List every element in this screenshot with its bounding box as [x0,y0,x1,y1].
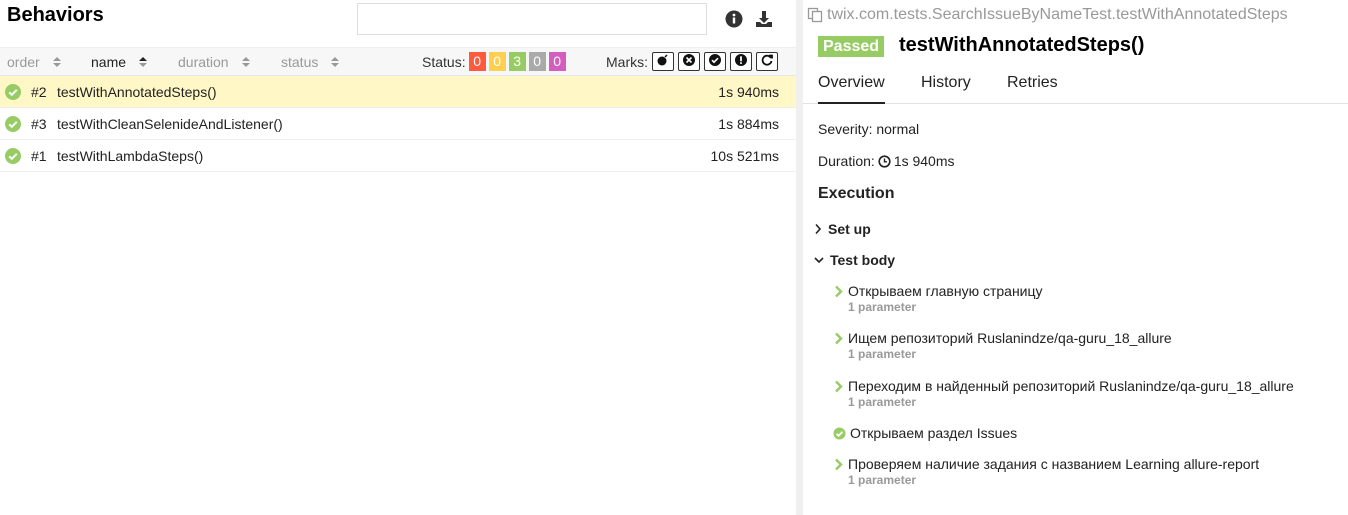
pane-splitter[interactable] [796,0,803,515]
check-circle-icon [833,427,846,439]
step-item[interactable]: Проверяем наличие задания с названием Le… [833,456,1259,487]
test-fullname[interactable]: twix.com.tests.SearchIssueByNameTest.tes… [807,6,1288,24]
test-fullname-text: twix.com.tests.SearchIssueByNameTest.tes… [827,6,1288,23]
stage-setup-label: Set up [828,221,871,237]
table-row[interactable]: #2 testWithAnnotatedSteps() 1s 940ms [0,76,796,108]
exclamation-circle-icon[interactable] [730,52,752,71]
step-item[interactable]: Переходим в найденный репозиторий Ruslan… [833,378,1294,409]
step-param: 1 parameter [848,347,917,361]
sort-icon [52,57,61,67]
stage-setup[interactable]: Set up [814,221,871,237]
row-order: #3 [31,116,47,132]
step-item[interactable]: Открываем раздел Issues [833,425,1017,441]
test-details-pane: twix.com.tests.SearchIssueByNameTest.tes… [803,0,1348,515]
clock-icon [878,154,891,168]
tab-retries[interactable]: Retries [1007,74,1058,92]
passed-check-icon [5,84,21,100]
row-order: #2 [31,84,47,100]
status-count-skipped[interactable]: 0 [528,52,546,71]
test-title: testWithAnnotatedSteps() [899,34,1145,56]
status-count-broken[interactable]: 0 [488,52,506,71]
duration-label: Duration: [818,153,875,169]
step-param: 1 parameter [848,473,917,487]
chevron-right-icon [835,458,843,470]
step-text: Ищем репозиторий Ruslanindze/qa-guru_18_… [848,330,1172,346]
tab-overview[interactable]: Overview [818,74,885,104]
step-text: Открываем раздел Issues [850,425,1018,441]
times-circle-icon[interactable] [678,52,700,71]
chevron-right-icon [835,380,843,392]
column-duration-label: duration [178,54,229,70]
behaviors-pane: Behaviors order name duration status Sta… [0,0,796,515]
duration-value: 1s 940ms [893,153,955,169]
execution-title: Execution [818,185,895,202]
sort-icon [331,57,340,67]
row-duration: 10s 521ms [710,148,779,164]
bomb-icon[interactable] [652,52,674,71]
refresh-icon[interactable] [756,52,778,71]
status-count-passed[interactable]: 3 [508,52,526,71]
column-name[interactable]: name [91,54,148,70]
passed-check-icon [5,148,21,164]
status-filter: Status: 0 0 3 0 0 [422,52,566,71]
step-item[interactable]: Ищем репозиторий Ruslanindze/qa-guru_18_… [833,330,1172,361]
table-header: order name duration status Status: 0 0 3… [0,47,796,76]
step-item[interactable]: Открываем главную страницу 1 parameter [833,283,1043,314]
column-status[interactable]: status [281,54,340,70]
marks-label: Marks: [606,53,648,70]
chevron-right-icon [835,285,843,297]
row-name: testWithCleanSelenideAndListener() [57,116,283,132]
row-duration: 1s 884ms [718,116,779,132]
step-text: Проверяем наличие задания с названием Le… [848,456,1260,472]
tab-history[interactable]: History [921,74,971,92]
download-icon[interactable] [754,9,774,29]
step-param: 1 parameter [848,300,917,314]
step-text: Открываем главную страницу [848,283,1043,299]
status-count-unknown[interactable]: 0 [548,52,566,71]
table-row[interactable]: #3 testWithCleanSelenideAndListener() 1s… [0,108,796,140]
passed-check-icon [5,116,21,132]
stage-test-body[interactable]: Test body [814,252,895,268]
duration-info: Duration: 1s 940ms [818,153,955,169]
chevron-right-icon [835,332,843,344]
row-order: #1 [31,148,47,164]
step-text: Переходим в найденный репозиторий Ruslan… [848,378,1294,394]
column-name-label: name [91,54,127,70]
status-badge: Passed [818,36,885,57]
row-duration: 1s 940ms [718,84,779,100]
page-title: Behaviors [7,4,104,26]
column-duration[interactable]: duration [178,54,250,70]
stage-body-label: Test body [830,252,896,268]
sort-icon [241,57,250,67]
step-param: 1 parameter [848,395,917,409]
chevron-right-icon [815,223,822,235]
table-row[interactable]: #1 testWithLambdaSteps() 10s 521ms [0,140,796,172]
column-status-label: status [281,54,319,70]
status-filter-label: Status: [422,53,466,70]
row-name: testWithLambdaSteps() [57,148,204,164]
sort-asc-icon [139,57,148,67]
severity-text: Severity: normal [818,121,920,137]
tabs: Overview History Retries [803,66,1348,104]
check-circle-icon[interactable] [704,52,726,71]
column-order-label: order [7,54,40,70]
info-icon[interactable] [724,9,744,29]
marks-filter: Marks: [606,52,778,71]
copy-icon[interactable] [807,7,823,23]
chevron-down-icon [814,257,824,264]
status-count-failed[interactable]: 0 [468,52,486,71]
column-order[interactable]: order [7,54,61,70]
row-name: testWithAnnotatedSteps() [57,84,217,100]
search-input[interactable] [357,3,707,35]
